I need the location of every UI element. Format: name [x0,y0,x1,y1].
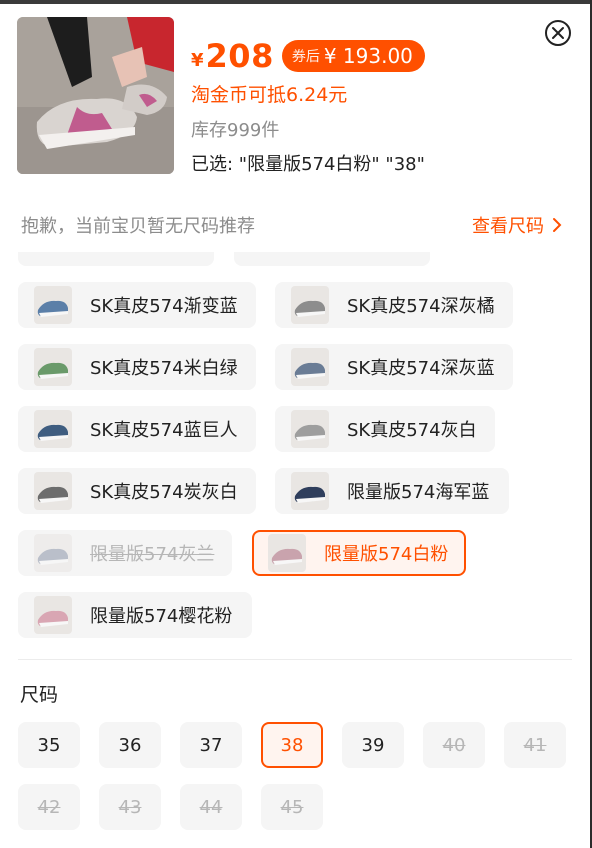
shoe-thumbnail-icon [37,486,68,503]
section-divider [18,659,572,660]
shoe-thumbnail-icon [37,548,68,565]
color-option-label: SK真皮574渐变蓝 [90,296,238,317]
size-option: 40 [423,722,485,768]
shoe-thumbnail-icon [294,362,325,379]
size-option[interactable]: 36 [99,722,161,768]
color-option-label: 限量版574灰兰 [90,544,215,565]
color-option-label: SK真皮574深灰蓝 [347,358,495,379]
shoe-thumbnail-icon [294,424,325,441]
scrolled-option-remnant [234,252,430,266]
close-icon [552,27,564,39]
color-option-label: 限量版574樱花粉 [90,606,233,627]
shoe-thumbnail-icon [37,362,68,379]
shoe-thumbnail-icon [294,300,325,317]
size-section-title: 尺码 [20,684,59,706]
background-page-edge [0,0,592,4]
currency-symbol: ¥ [191,49,204,71]
color-option-thumbnail [34,286,72,324]
size-option[interactable]: 39 [342,722,404,768]
color-option[interactable]: SK真皮574深灰橘 [275,282,513,328]
scrolled-option-remnant [18,252,214,266]
shoe-thumbnail-icon [37,300,68,317]
color-option-thumbnail [34,472,72,510]
color-option[interactable]: 限量版574樱花粉 [18,592,252,638]
size-option[interactable]: 35 [18,722,80,768]
size-option: 45 [261,784,323,830]
color-option-label: 限量版574白粉 [324,544,449,565]
close-button[interactable] [545,20,571,46]
stock-text: 库存999件 [191,120,280,141]
color-option[interactable]: SK真皮574渐变蓝 [18,282,256,328]
color-option-thumbnail [34,596,72,634]
size-option: 44 [180,784,242,830]
color-option-thumbnail [34,410,72,448]
price-value: 208 [205,37,274,75]
shoe-thumbnail-icon [37,424,68,441]
color-option-label: SK真皮574灰白 [347,420,477,441]
color-option[interactable]: SK真皮574蓝巨人 [18,406,256,452]
shoe-photo [17,17,174,174]
size-option: 42 [18,784,80,830]
color-option[interactable]: SK真皮574米白绿 [18,344,256,390]
color-option[interactable]: 限量版574海军蓝 [275,468,509,514]
color-option[interactable]: SK真皮574深灰蓝 [275,344,513,390]
color-option-thumbnail [34,534,72,572]
view-size-link[interactable]: 查看尺码 [472,212,562,238]
shoe-thumbnail-icon [271,548,302,565]
size-option[interactable]: 38 [261,722,323,768]
price-row: ¥ 208 券后 ¥ 193.00 [191,36,425,76]
sku-selector-panel: ¥ 208 券后 ¥ 193.00 淘金币可抵6.24元 库存999件 已选: … [0,0,592,848]
color-option[interactable]: SK真皮574炭灰白 [18,468,256,514]
color-option[interactable]: SK真皮574灰白 [275,406,495,452]
color-option: 限量版574灰兰 [18,530,232,576]
selected-sku-text: 已选: "限量版574白粉" "38" [191,154,425,175]
color-option-label: 限量版574海军蓝 [347,482,490,503]
view-size-label: 查看尺码 [472,216,544,237]
size-option: 43 [99,784,161,830]
coupon-price-badge: 券后 ¥ 193.00 [281,40,425,72]
size-recommend-note: 抱歉，当前宝贝暂无尺码推荐 [21,216,255,237]
color-option-label: SK真皮574蓝巨人 [90,420,238,441]
color-option-thumbnail [291,472,329,510]
coupon-label: 券后 [291,49,320,65]
color-option-label: SK真皮574深灰橘 [347,296,495,317]
color-option-thumbnail [291,348,329,386]
color-option-thumbnail [291,410,329,448]
color-option-thumbnail [268,534,306,572]
size-option: 41 [504,722,566,768]
shoe-thumbnail-icon [294,486,325,503]
coupon-price: ¥ 193.00 [323,44,413,68]
shoe-thumbnail-icon [37,610,68,627]
color-option-thumbnail [291,286,329,324]
coin-discount-text: 淘金币可抵6.24元 [191,84,348,106]
color-option-label: SK真皮574炭灰白 [90,482,238,503]
chevron-right-icon [553,218,562,232]
color-option-label: SK真皮574米白绿 [90,358,238,379]
product-image[interactable] [17,17,174,174]
size-option[interactable]: 37 [180,722,242,768]
color-option-thumbnail [34,348,72,386]
color-option[interactable]: 限量版574白粉 [252,530,466,576]
